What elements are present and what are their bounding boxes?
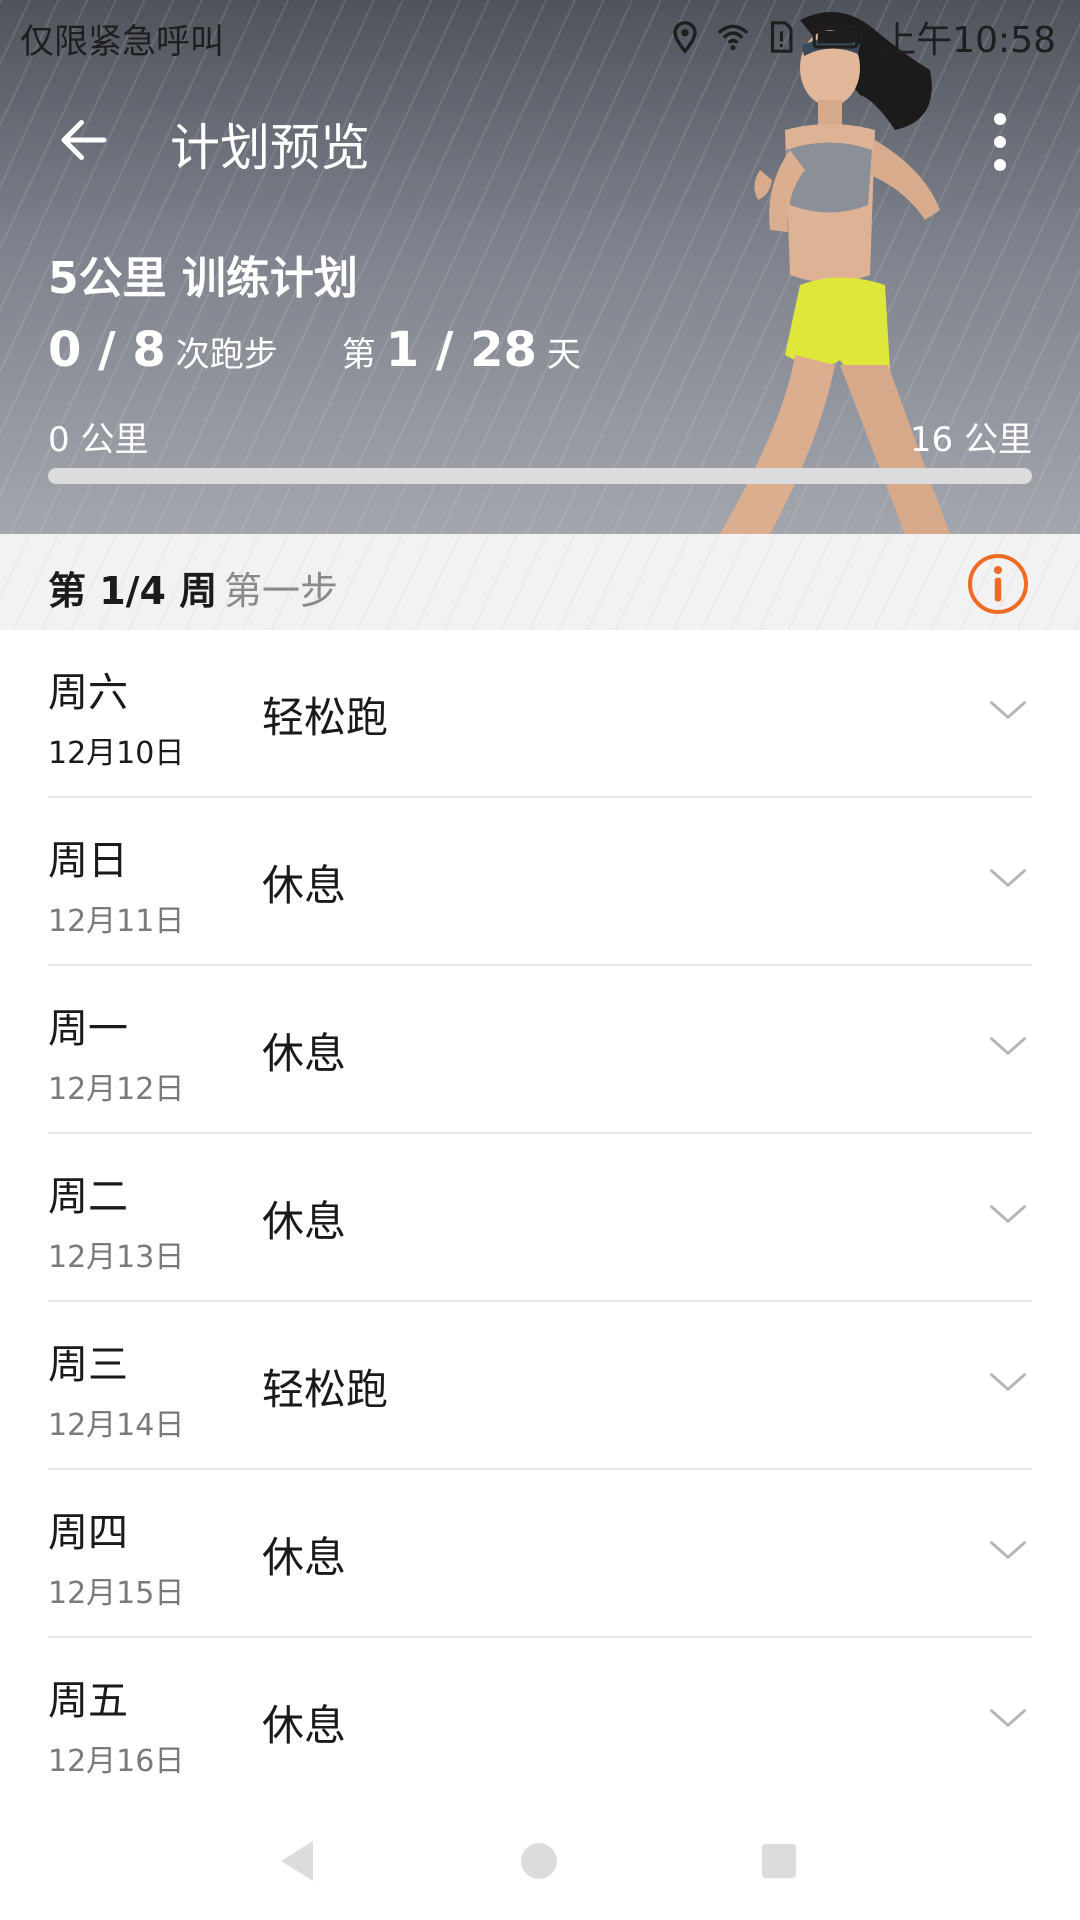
battery-icon [812,25,864,49]
more-vert-icon [994,113,1006,125]
chevron-down-icon[interactable] [986,1360,1030,1404]
status-icons: 上午10:58 [668,12,1056,62]
chevron-down-icon[interactable] [986,1696,1030,1740]
week-label: 第 1/4 周 [48,569,218,613]
day-weekday: 周一 [48,1006,128,1052]
plan-stats: 0 / 8 次跑步 第 1 / 28 天 [48,322,581,382]
plan-header: 仅限紧急呼叫 上午10:58 计划预览 5公里 训练计划 0 / 8 次跑步 第… [0,0,1080,534]
day-date: 12月13日 [48,1240,185,1275]
location-icon [673,21,697,54]
info-button[interactable] [968,554,1028,614]
distance-start: 0 公里 [48,420,149,460]
day-activity: 轻松跑 [262,693,389,742]
day-date: 12月10日 [48,736,185,771]
day-row[interactable]: 周三 12月14日 轻松跑 [0,1302,1080,1470]
distance-progress-bar [48,468,1032,484]
distance-range: 0 公里 16 公里 [48,412,1032,460]
day-weekday: 周三 [48,1342,128,1388]
nav-back-icon [281,1841,313,1881]
runs-count: 0 / 8 [48,322,166,378]
day-row[interactable]: 周一 12月12日 休息 [0,966,1080,1134]
day-activity: 休息 [262,861,347,910]
toolbar: 计划预览 [0,90,1080,194]
back-button[interactable] [48,104,120,176]
nav-home-icon [521,1843,557,1879]
info-icon [994,566,1002,602]
nav-back-button[interactable] [272,1836,322,1886]
day-date: 12月15日 [48,1576,185,1611]
distance-end: 16 公里 [909,420,1032,460]
chevron-down-icon[interactable] [986,688,1030,732]
day-activity: 轻松跑 [262,1365,389,1414]
wifi-icon [717,24,749,51]
sim-alert-icon [771,21,793,53]
system-nav-bar [0,1804,1080,1920]
day-weekday: 周二 [48,1174,128,1220]
day-weekday: 周五 [48,1678,128,1724]
day-activity: 休息 [262,1533,347,1582]
chevron-down-icon[interactable] [986,1528,1030,1572]
chevron-down-icon[interactable] [986,1024,1030,1068]
day-date: 12月14日 [48,1408,185,1443]
back-arrow-icon [61,120,107,160]
week-subtitle: 第一步 [224,569,339,613]
chevron-down-icon[interactable] [986,1192,1030,1236]
day-row[interactable]: 周二 12月13日 休息 [0,1134,1080,1302]
day-date: 12月16日 [48,1744,185,1779]
day-count: 1 / 28 [385,322,537,378]
chevron-down-icon[interactable] [986,856,1030,900]
day-activity: 休息 [262,1197,347,1246]
status-time: 上午10:58 [880,20,1056,61]
day-activity: 休息 [262,1701,347,1750]
nav-home-button[interactable] [514,1836,564,1886]
nav-recents-button[interactable] [754,1836,804,1886]
day-row[interactable]: 周四 12月15日 休息 [0,1470,1080,1638]
day-row[interactable]: 周六 12月10日 轻松跑 [0,630,1080,798]
page-title: 计划预览 [170,119,370,177]
day-weekday: 周六 [48,670,128,716]
day-weekday: 周日 [48,838,128,884]
week-header: 第 1/4 周 第一步 [0,534,1080,630]
status-carrier-text: 仅限紧急呼叫 [20,22,224,62]
day-row[interactable]: 周五 12月16日 休息 [0,1638,1080,1806]
day-suffix: 天 [546,335,581,375]
runs-label: 次跑步 [175,335,278,375]
day-row[interactable]: 周日 12月11日 休息 [0,798,1080,966]
day-weekday: 周四 [48,1510,128,1556]
day-date: 12月11日 [48,904,185,939]
plan-title: 5公里 训练计划 [48,253,358,304]
day-activity: 休息 [262,1029,347,1078]
status-bar: 仅限紧急呼叫 上午10:58 [0,0,1080,76]
more-options-button[interactable] [980,104,1020,180]
day-date: 12月12日 [48,1072,185,1107]
day-list: 周六 12月10日 轻松跑 周日 12月11日 休息 周一 12月12日 休息 … [0,630,1080,1806]
nav-recents-icon [761,1843,797,1879]
day-prefix: 第 [341,335,376,375]
